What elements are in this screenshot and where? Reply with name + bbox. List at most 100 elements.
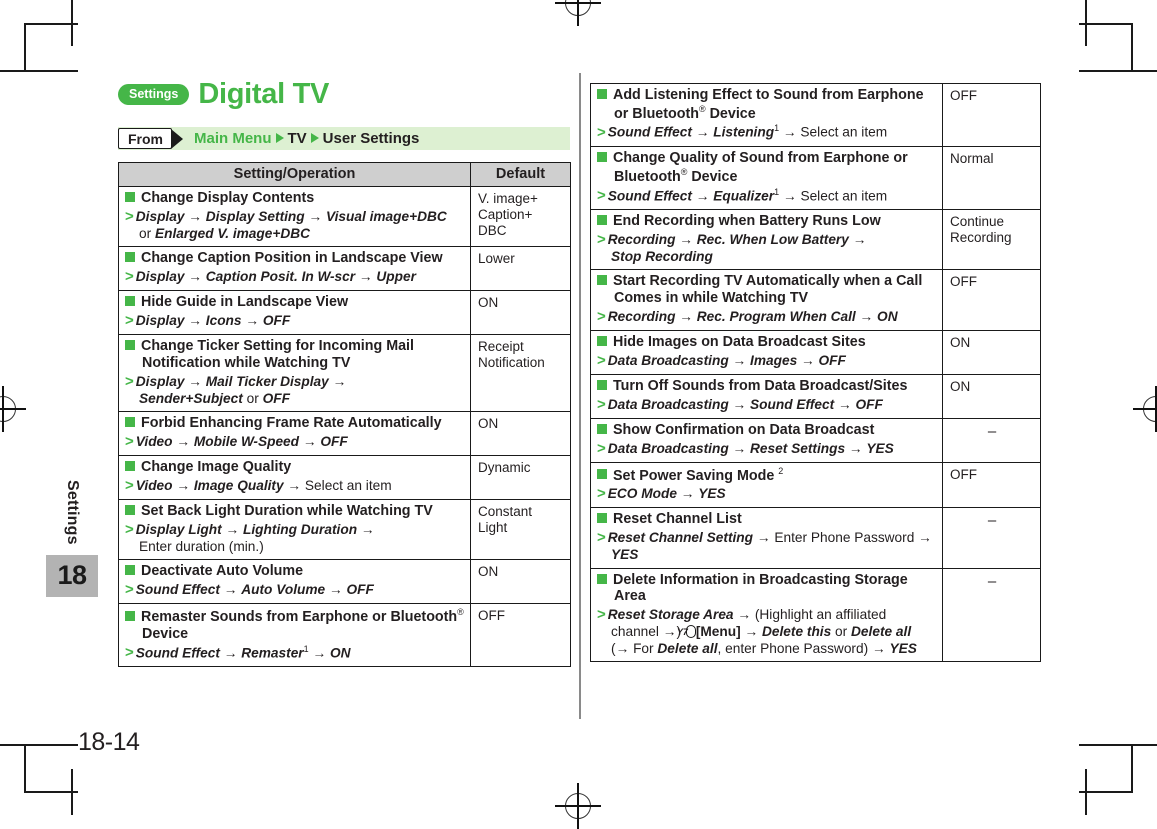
breadcrumb-segment: Main Menu bbox=[194, 130, 272, 147]
table-row: Set Back Light Duration while Watching T… bbox=[118, 498, 571, 561]
crop-mark-bottom-right-h bbox=[1079, 744, 1157, 746]
page-title: Digital TV bbox=[198, 78, 330, 110]
setting-path: > Sound Effect → Auto Volume → OFF bbox=[125, 581, 374, 599]
bullet-square-icon bbox=[597, 152, 607, 163]
setting-title: Change Caption Position in Landscape Vie… bbox=[125, 250, 465, 267]
path-arrow-icon: > bbox=[125, 476, 134, 494]
setting-title: Reset Channel List bbox=[597, 511, 937, 528]
settings-table-right: Add Listening Effect to Sound from Earph… bbox=[590, 82, 1041, 663]
default-value-cell: OFF bbox=[942, 461, 1041, 509]
breadcrumb-segment: TV bbox=[287, 130, 307, 147]
setting-operation-cell: Reset Channel List > Reset Channel Setting… bbox=[590, 507, 943, 569]
crop-mark-top-right-v2 bbox=[1131, 23, 1133, 70]
page-number: 18-14 bbox=[78, 728, 140, 756]
setting-path: > Video → Mobile W-Speed → OFF bbox=[125, 433, 348, 451]
path-arrow-icon: > bbox=[597, 606, 606, 624]
bullet-square-icon bbox=[125, 461, 135, 472]
bullet-square-icon bbox=[125, 504, 135, 515]
crop-mark-top-right-h2 bbox=[1079, 23, 1133, 25]
setting-title: Show Confirmation on Data Broadcast bbox=[597, 422, 937, 439]
column-header-operation: Setting/Operation bbox=[118, 162, 471, 187]
table-row: Change Display Contents > Display → Displa… bbox=[118, 185, 571, 248]
setting-operation-cell: Change Ticker Setting for Incoming Mail … bbox=[118, 334, 471, 413]
breadcrumb-separator-icon bbox=[310, 133, 319, 143]
crop-mark-bottom-right-v2 bbox=[1131, 744, 1133, 792]
setting-path: > ECO Mode → YES bbox=[597, 485, 726, 503]
table-row: Set Power Saving Mode 2 > ECO Mode → YES OF… bbox=[590, 461, 1041, 509]
setting-operation-cell: Forbid Enhancing Frame Rate Automaticall… bbox=[118, 411, 471, 457]
setting-path: > Recording → Rec. When Low Battery → Stop… bbox=[597, 230, 867, 264]
crop-mark-bottom-left-h2 bbox=[24, 791, 78, 793]
setting-title: Change Image Quality bbox=[125, 459, 465, 476]
default-value-cell: ON bbox=[470, 559, 571, 605]
table-row: Hide Guide in Landscape View > Display → I… bbox=[118, 290, 571, 336]
default-value-cell: OFF bbox=[942, 269, 1041, 332]
path-arrow-icon: > bbox=[125, 644, 134, 662]
setting-operation-cell: Set Back Light Duration while Watching T… bbox=[118, 498, 471, 561]
setting-operation-cell: Show Confirmation on Data Broadcast > Data… bbox=[590, 417, 943, 463]
bullet-square-icon bbox=[597, 275, 607, 286]
bullet-square-icon bbox=[597, 573, 607, 584]
path-arrow-icon: > bbox=[125, 372, 134, 390]
bullet-square-icon bbox=[125, 417, 135, 428]
path-arrow-icon: > bbox=[597, 308, 606, 326]
table-row: Reset Channel List > Reset Channel Setting… bbox=[590, 507, 1041, 569]
bullet-square-icon bbox=[597, 423, 607, 434]
from-arrow-icon bbox=[171, 128, 183, 149]
bullet-square-icon bbox=[125, 610, 135, 621]
page-header: Settings Digital TV bbox=[118, 80, 568, 109]
bullet-square-icon bbox=[597, 89, 607, 99]
table-row: Change Image Quality > Video → Image Quali… bbox=[118, 455, 571, 500]
setting-operation-cell: Remaster Sounds from Earphone or Bluetoo… bbox=[118, 603, 471, 668]
setting-operation-cell: Turn Off Sounds from Data Broadcast/Site… bbox=[590, 373, 943, 419]
default-value-cell: OFF bbox=[942, 82, 1041, 148]
path-arrow-icon: > bbox=[597, 351, 606, 369]
column-header-default: Default bbox=[470, 162, 571, 187]
bullet-square-icon bbox=[125, 296, 135, 307]
default-value-cell: Constant Light bbox=[470, 498, 571, 561]
default-value-cell: V. image+ Caption+ DBC bbox=[470, 185, 571, 248]
setting-operation-cell: Delete Information in Broadcasting Stora… bbox=[590, 567, 943, 663]
default-value-cell: – bbox=[942, 567, 1041, 663]
setting-operation-cell: Change Caption Position in Landscape Vie… bbox=[118, 246, 471, 292]
table-row: Add Listening Effect to Sound from Earph… bbox=[590, 82, 1041, 148]
table-row: Show Confirmation on Data Broadcast > Data… bbox=[590, 417, 1041, 463]
path-arrow-icon: > bbox=[597, 124, 606, 142]
table-body-right: Add Listening Effect to Sound from Earph… bbox=[590, 82, 1041, 663]
bullet-square-icon bbox=[597, 379, 607, 390]
path-arrow-icon: > bbox=[597, 485, 606, 503]
setting-path: > Data Broadcasting → Sound Effect → OFF bbox=[597, 395, 883, 413]
column-divider bbox=[579, 73, 581, 719]
settings-badge: Settings bbox=[118, 84, 190, 105]
default-value-cell: – bbox=[942, 507, 1041, 569]
chapter-number: 18 bbox=[46, 554, 98, 597]
setting-path: > Reset Storage Area → (Highlight an affi… bbox=[597, 606, 917, 656]
table-row: Deactivate Auto Volume > Sound Effect → Au… bbox=[118, 559, 571, 605]
default-value-cell: Dynamic bbox=[470, 455, 571, 500]
settings-table-left: Setting/Operation Default Change Display… bbox=[118, 162, 571, 668]
bullet-square-icon bbox=[125, 192, 135, 202]
crop-mark-bottom-right-h2 bbox=[1079, 791, 1133, 793]
breadcrumb-separator-icon bbox=[275, 133, 284, 143]
setting-operation-cell: End Recording when Battery Runs Low > Reco… bbox=[590, 209, 943, 271]
from-label: From bbox=[118, 128, 172, 149]
setting-path: > Data Broadcasting → Reset Settings → YE… bbox=[597, 439, 894, 457]
path-arrow-icon: > bbox=[597, 187, 606, 205]
default-value-cell: ON bbox=[942, 373, 1041, 419]
setting-title: Set Back Light Duration while Watching T… bbox=[125, 503, 465, 520]
table-row: Start Recording TV Automatically when a … bbox=[590, 269, 1041, 332]
crop-mark-top-left-h bbox=[0, 70, 78, 72]
crop-mark-top-left-v2 bbox=[24, 23, 26, 70]
setting-operation-cell: Change Quality of Sound from Earphone or… bbox=[590, 146, 943, 211]
table-body-left: Change Display Contents > Display → Displa… bbox=[118, 185, 571, 668]
path-arrow-icon: > bbox=[125, 433, 134, 451]
setting-title: Add Listening Effect to Sound from Earph… bbox=[597, 87, 937, 122]
bullet-square-icon bbox=[597, 513, 607, 524]
default-value-cell: OFF bbox=[470, 603, 571, 668]
bullet-square-icon bbox=[597, 469, 607, 480]
setting-title: Turn Off Sounds from Data Broadcast/Site… bbox=[597, 378, 937, 395]
setting-path: > Display Light → Lighting Duration → Ente… bbox=[125, 520, 375, 554]
setting-path: > Data Broadcasting → Images → OFF bbox=[597, 351, 846, 369]
setting-title: Set Power Saving Mode 2 bbox=[597, 466, 937, 485]
path-arrow-icon: > bbox=[125, 268, 134, 286]
